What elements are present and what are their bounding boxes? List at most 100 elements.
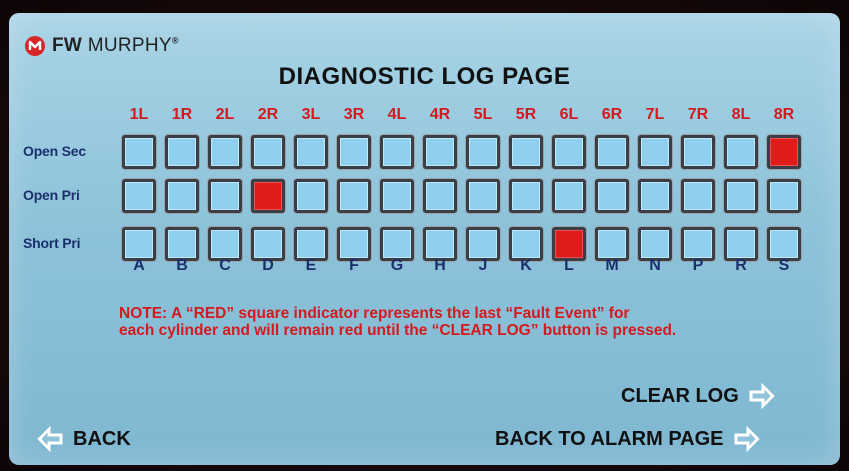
fault-indicator-open-pri-1l	[122, 179, 156, 213]
fault-indicator-open-pri-8r	[767, 179, 801, 213]
row-label-short-pri: Short Pri	[23, 235, 81, 251]
fault-indicator-short-pri-6l	[552, 227, 586, 261]
fault-indicator-short-pri-2l	[208, 227, 242, 261]
column-header-1l: 1L	[129, 106, 149, 123]
fault-indicator-open-sec-6l	[552, 135, 586, 169]
column-header-3l: 3L	[301, 106, 321, 123]
column-header-7l: 7L	[645, 106, 665, 123]
fault-indicator-open-sec-4r	[423, 135, 457, 169]
fault-indicator-short-pri-5l	[466, 227, 500, 261]
fault-indicator-open-pri-2r	[251, 179, 285, 213]
note-text: NOTE: A “RED” square indicator represent…	[119, 305, 829, 339]
column-header-5l: 5L	[473, 106, 493, 123]
row-label-open-pri: Open Pri	[23, 187, 80, 203]
fault-indicator-open-sec-4l	[380, 135, 414, 169]
fault-indicator-short-pri-8r	[767, 227, 801, 261]
fault-indicator-short-pri-2r	[251, 227, 285, 261]
fault-indicator-short-pri-1r	[165, 227, 199, 261]
fault-indicator-open-sec-8r	[767, 135, 801, 169]
fault-indicator-open-pri-3r	[337, 179, 371, 213]
fault-indicator-short-pri-3l	[294, 227, 328, 261]
cylinder-letter-h: H	[434, 257, 446, 274]
back-label: BACK	[73, 427, 131, 450]
fault-indicator-open-pri-6l	[552, 179, 586, 213]
cylinder-letter-c: C	[219, 257, 231, 274]
fault-indicator-open-pri-6r	[595, 179, 629, 213]
fault-indicator-open-sec-2l	[208, 135, 242, 169]
column-header-4r: 4R	[429, 106, 451, 123]
fault-indicator-open-pri-7l	[638, 179, 672, 213]
clear-log-label: CLEAR LOG	[621, 384, 739, 407]
cylinder-letter-a: A	[133, 257, 145, 274]
fault-indicator-short-pri-5r	[509, 227, 543, 261]
fault-indicator-short-pri-7r	[681, 227, 715, 261]
fault-indicator-short-pri-7l	[638, 227, 672, 261]
note-line-1: NOTE: A “RED” square indicator represent…	[119, 305, 630, 322]
arrow-right-outline-icon	[734, 425, 760, 453]
murphy-logo-icon	[25, 36, 45, 56]
column-header-5r: 5R	[515, 106, 537, 123]
fault-indicator-open-sec-7l	[638, 135, 672, 169]
fault-indicator-open-pri-5r	[509, 179, 543, 213]
arrow-right-outline-icon	[749, 382, 775, 410]
cylinder-letter-f: F	[349, 257, 359, 274]
cylinder-letter-b: B	[176, 257, 188, 274]
fault-indicator-open-pri-4l	[380, 179, 414, 213]
cylinder-letter-g: G	[390, 257, 404, 274]
fault-indicator-short-pri-4r	[423, 227, 457, 261]
fault-indicator-short-pri-6r	[595, 227, 629, 261]
column-header-2l: 2L	[215, 106, 235, 123]
clear-log-button[interactable]: CLEAR LOG	[621, 381, 777, 411]
column-header-3r: 3R	[343, 106, 365, 123]
fault-indicator-open-sec-1l	[122, 135, 156, 169]
fault-indicator-open-sec-3r	[337, 135, 371, 169]
fault-indicator-open-sec-3l	[294, 135, 328, 169]
column-header-6r: 6R	[601, 106, 623, 123]
back-to-alarm-label: BACK TO ALARM PAGE	[495, 427, 724, 450]
cylinder-letter-s: S	[778, 257, 790, 274]
diagnostic-screen: FW MURPHY® DIAGNOSTIC LOG PAGE 1L 1R 2L 2R 3…	[9, 13, 840, 465]
fault-indicator-open-sec-6r	[595, 135, 629, 169]
page-title: DIAGNOSTIC LOG PAGE	[278, 63, 571, 90]
cylinder-letter-p: P	[692, 257, 704, 274]
note-line-2: each cylinder and will remain red until …	[119, 322, 677, 339]
cylinder-letter-r: R	[735, 257, 747, 274]
column-header-6l: 6L	[559, 106, 579, 123]
back-to-alarm-page-button[interactable]: BACK TO ALARM PAGE	[495, 424, 762, 454]
brand-name: FW MURPHY®	[52, 35, 179, 56]
fault-indicator-open-pri-3l	[294, 179, 328, 213]
column-header-4l: 4L	[387, 106, 407, 123]
column-header-8l: 8L	[731, 106, 751, 123]
cylinder-letter-j: J	[478, 257, 488, 274]
fault-indicator-open-sec-2r	[251, 135, 285, 169]
column-header-1r: 1R	[171, 106, 193, 123]
fault-indicator-short-pri-1l	[122, 227, 156, 261]
column-header-2r: 2R	[257, 106, 279, 123]
cylinder-letter-d: D	[262, 257, 274, 274]
column-header-8r: 8R	[773, 106, 795, 123]
fault-indicator-open-sec-7r	[681, 135, 715, 169]
fault-indicator-open-pri-4r	[423, 179, 457, 213]
cylinder-letter-e: E	[305, 257, 317, 274]
fault-indicator-open-sec-8l	[724, 135, 758, 169]
fault-indicator-open-sec-5l	[466, 135, 500, 169]
cylinder-letter-k: K	[520, 257, 532, 274]
fault-indicator-short-pri-3r	[337, 227, 371, 261]
column-header-7r: 7R	[687, 106, 709, 123]
fault-indicator-open-pri-7r	[681, 179, 715, 213]
fault-indicator-open-sec-1r	[165, 135, 199, 169]
fault-indicator-open-pri-5l	[466, 179, 500, 213]
back-button[interactable]: BACK	[35, 424, 131, 454]
cylinder-letter-l: L	[564, 257, 574, 274]
fault-indicator-open-pri-1r	[165, 179, 199, 213]
fault-indicator-open-sec-5r	[509, 135, 543, 169]
brand-logo: FW MURPHY®	[24, 35, 179, 57]
fault-indicator-short-pri-4l	[380, 227, 414, 261]
cylinder-letter-m: M	[605, 257, 619, 274]
cylinder-letter-n: N	[649, 257, 661, 274]
fault-indicator-open-pri-2l	[208, 179, 242, 213]
fault-indicator-open-pri-8l	[724, 179, 758, 213]
arrow-left-outline-icon	[37, 425, 63, 453]
fault-indicator-short-pri-8l	[724, 227, 758, 261]
row-label-open-sec: Open Sec	[23, 143, 86, 159]
